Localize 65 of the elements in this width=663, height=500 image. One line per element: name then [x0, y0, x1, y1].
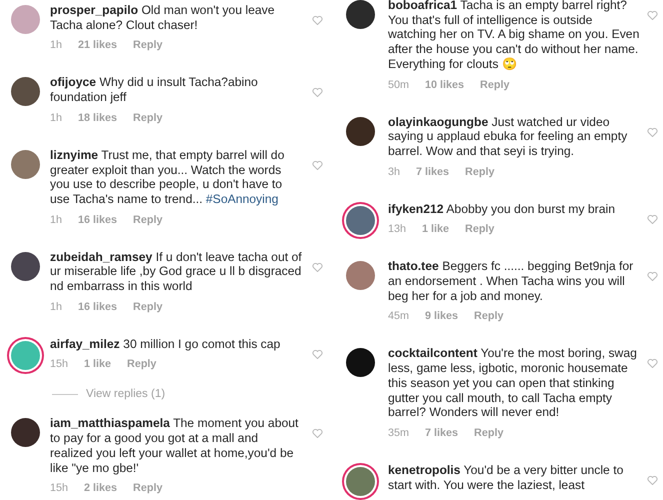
comment-text: boboafrica1 Tacha is an empty barrel right? You that's full of intelligence is outside watching her on TV. A big shame on you. Even after the house you can't do without her name. Everything for clouts 🙄 [388, 0, 640, 72]
like-count[interactable]: 16 likes [78, 300, 118, 313]
reply-button[interactable]: Reply [127, 358, 156, 370]
like-count[interactable]: 18 likes [78, 112, 118, 124]
like-count[interactable]: 16 likes [78, 214, 118, 226]
comment-time: 1h [50, 39, 62, 52]
comment-time: 1h [50, 214, 62, 226]
avatar[interactable] [10, 418, 40, 448]
comment-text: ifyken212 Abobby you don burst my brain [388, 202, 616, 216]
heart-icon[interactable] [647, 474, 658, 485]
view-replies-button[interactable]: View replies (1) [86, 388, 166, 400]
comment-time: 35m [388, 426, 410, 439]
heart-icon[interactable] [647, 10, 658, 20]
comment-text: zubeidah_ramsey If u don't leave tacha out of ur miserable life ,by God grace u ll b disgraced nd embarrass in this world [50, 250, 302, 294]
heart-icon[interactable] [647, 126, 658, 137]
avatar[interactable] [346, 348, 374, 378]
comment-time: 1h [50, 300, 62, 313]
reply-button[interactable]: Reply [465, 223, 494, 236]
comment-text: prosper_papilo Old man won't you leave Tacha alone? Clout chaser! [50, 3, 276, 32]
reply-button[interactable]: Reply [133, 214, 162, 226]
heart-icon[interactable] [312, 87, 322, 98]
reply-button[interactable]: Reply [133, 482, 162, 494]
heart-icon[interactable] [312, 428, 322, 438]
reply-button[interactable]: Reply [474, 426, 504, 439]
like-count[interactable]: 7 likes [425, 426, 458, 439]
like-count[interactable]: 1 like [422, 223, 450, 236]
like-count[interactable]: 1 like [84, 358, 112, 370]
comment-time: 15h [50, 358, 68, 370]
avatar[interactable] [10, 252, 40, 281]
comment-time: 15h [50, 482, 68, 494]
comment-time: 1h [50, 112, 62, 124]
comment-time: 45m [388, 310, 410, 322]
heart-icon[interactable] [312, 15, 322, 25]
reply-button[interactable]: Reply [474, 310, 504, 322]
comment-time: 13h [388, 223, 406, 236]
comment-text: ofijoyce Why did u insult Tacha?abino foundation jeff [50, 75, 259, 105]
like-count[interactable]: 9 likes [425, 310, 458, 322]
like-count[interactable]: 10 likes [425, 78, 464, 91]
reply-button[interactable]: Reply [133, 300, 162, 313]
comment-text: liznyime Trust me, that empty barrel will do greater exploit than you... Watch the words you use to describe people, u don't have to use Tacha's name to trend... #SoAnnoying [50, 148, 286, 207]
comment-text: kenetropolis You'd be a very bitter uncle to start with. You were the laziest, least [388, 462, 624, 492]
comment-text: iam_matthiaspamela The moment you about to pay for a good you got at a mall and realized you left your wallet at home,you'd be like "ye mo gbe!' [50, 416, 300, 476]
like-count[interactable]: 7 likes [416, 166, 450, 178]
reply-button[interactable]: Reply [480, 78, 510, 91]
comment-text: olayinkaogungbe Just watched ur video saying u applaud ebuka for feeling an empty barrel. Wow and that seyi is trying. [388, 114, 628, 159]
avatar[interactable] [10, 77, 40, 106]
comment-time: 3h [388, 166, 400, 178]
heart-icon[interactable] [312, 348, 322, 359]
avatar[interactable] [346, 116, 374, 146]
reply-button[interactable]: Reply [133, 112, 162, 124]
like-count[interactable]: 21 likes [78, 39, 118, 52]
heart-icon[interactable] [312, 262, 322, 272]
reply-button[interactable]: Reply [133, 39, 162, 52]
comment-text: cocktailcontent You're the most boring, swag less, game less, igbotic, moronic housemate this season yet you can open that stinking gutter you call mouth, to call Tacha empty barrel? Wonders will never end! [388, 346, 638, 420]
avatar[interactable] [346, 0, 374, 29]
heart-icon[interactable] [647, 271, 658, 282]
comment-time: 50m [388, 78, 410, 91]
heart-icon[interactable] [647, 214, 658, 224]
comment-text: airfay_milez 30 million I go comot this cap [50, 336, 282, 352]
reply-button[interactable]: Reply [465, 166, 494, 178]
comment-text: thato.tee Beggers fc ...... begging Bet9nja for an endorsement . When Tacha wins you will beg her for a job and money. [388, 259, 634, 304]
like-count[interactable]: 2 likes [84, 482, 118, 494]
heart-icon[interactable] [312, 160, 322, 170]
heart-icon[interactable] [647, 358, 658, 368]
hashtag-link[interactable]: #SoAnnoying [206, 192, 278, 206]
